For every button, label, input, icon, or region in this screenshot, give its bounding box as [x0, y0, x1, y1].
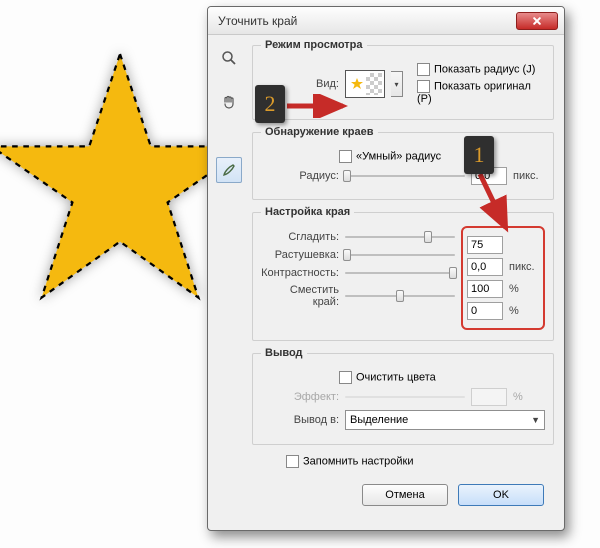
decontaminate-checkbox[interactable]: Очистить цвета: [339, 371, 436, 384]
show-original-checkbox[interactable]: Показать оригинал (P): [417, 80, 545, 105]
radius-label: Радиус:: [261, 170, 339, 182]
output-legend: Вывод: [261, 347, 307, 359]
radius-slider[interactable]: [345, 169, 465, 183]
remember-settings-checkbox[interactable]: Запомнить настройки: [286, 455, 414, 468]
ok-button[interactable]: OK: [458, 484, 544, 506]
feather-input[interactable]: [467, 258, 503, 276]
cancel-button[interactable]: Отмена: [362, 484, 448, 506]
output-to-select[interactable]: Выделение ▼: [345, 410, 545, 430]
shift-label: Сместить край:: [261, 284, 339, 308]
annotation-arrow-1-icon: [462, 170, 522, 240]
contrast-input[interactable]: [467, 280, 503, 298]
contrast-label: Контрастность:: [261, 267, 339, 279]
effect-label: Эффект:: [261, 391, 339, 403]
effect-unit: %: [513, 391, 545, 403]
output-to-label: Вывод в:: [261, 414, 339, 426]
shift-slider[interactable]: [345, 289, 455, 303]
annotation-arrow-2-icon: [285, 94, 353, 118]
effect-slider: [345, 390, 465, 404]
shift-input[interactable]: [467, 302, 503, 320]
smart-radius-checkbox[interactable]: «Умный» радиус: [339, 150, 441, 163]
contrast-slider[interactable]: [345, 266, 455, 280]
effect-input: [471, 388, 507, 406]
show-radius-checkbox[interactable]: Показать радиус (J): [417, 63, 545, 76]
zoom-tool-icon[interactable]: [216, 45, 242, 71]
chevron-down-icon: ▼: [531, 415, 540, 425]
annotation-badge-2: 2: [255, 85, 285, 123]
tool-column: [216, 39, 244, 506]
dialog-titlebar[interactable]: Уточнить край: [208, 7, 564, 35]
output-group: Вывод Очистить цвета Эффект: % Вывод в: …: [252, 347, 554, 445]
refine-brush-tool-icon[interactable]: [216, 157, 242, 183]
hand-tool-icon[interactable]: [216, 89, 242, 115]
dialog-title: Уточнить край: [218, 14, 514, 28]
adjust-edge-legend: Настройка края: [261, 206, 354, 218]
view-mode-caret-icon[interactable]: ▾: [391, 71, 403, 97]
edge-detection-legend: Обнаружение краев: [261, 126, 378, 138]
smooth-label: Сгладить:: [261, 231, 339, 243]
close-icon[interactable]: [516, 12, 558, 30]
highlighted-values-box: пикс. % %: [461, 226, 545, 330]
feather-label: Растушевка:: [261, 249, 339, 261]
annotation-badge-1: 1: [464, 136, 494, 174]
feather-slider[interactable]: [345, 248, 455, 262]
smooth-slider[interactable]: [345, 230, 455, 244]
view-mode-legend: Режим просмотра: [261, 39, 367, 51]
